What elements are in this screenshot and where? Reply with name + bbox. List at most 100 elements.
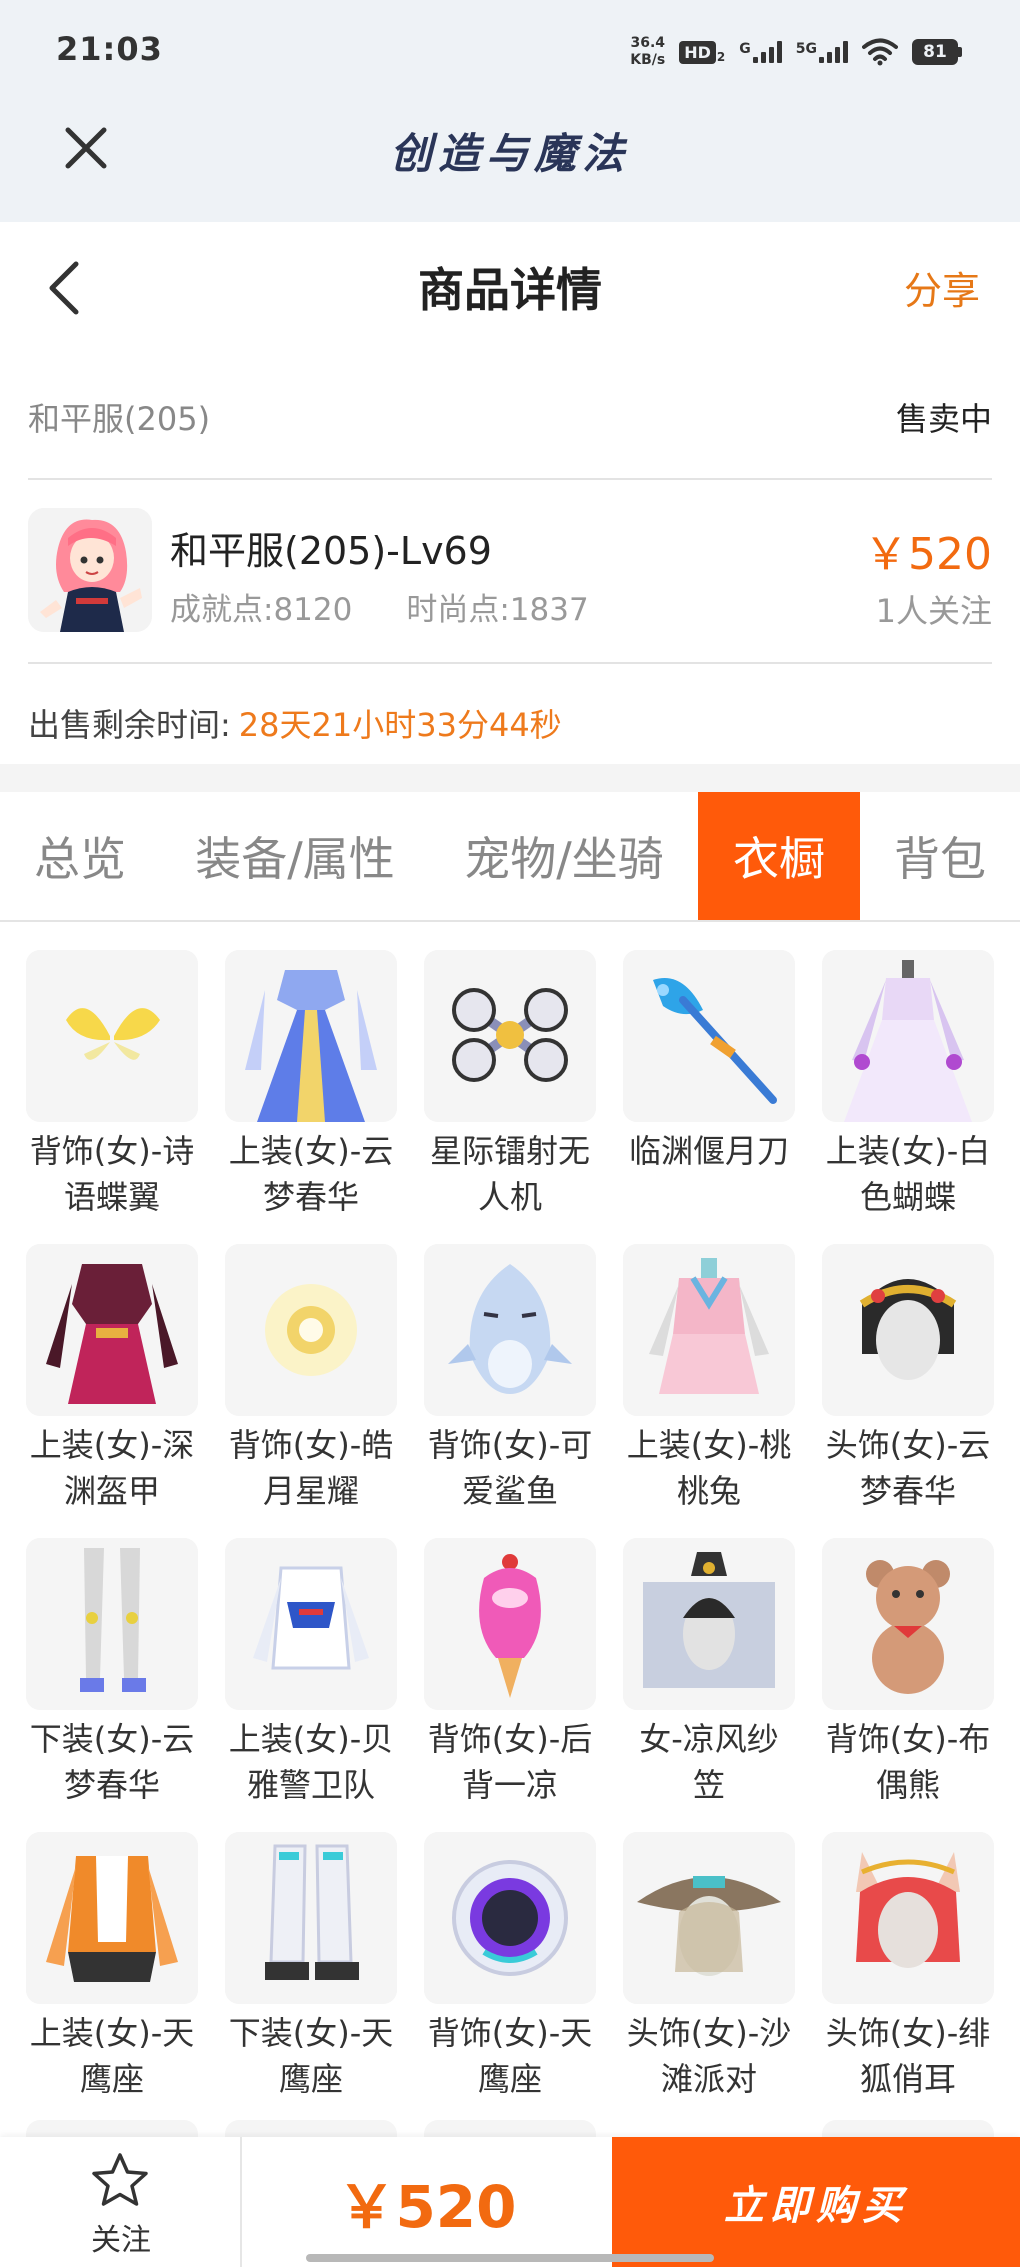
wardrobe-item[interactable]: 女-凉风纱 笠 [623,1538,795,1808]
character-avatar [28,508,152,632]
item-name-line2: 雅警卫队 [246,1766,375,1804]
sale-status: 售卖中 [895,400,992,438]
wardrobe-item[interactable]: 背饰(女)-诗 语蝶翼 [26,950,198,1220]
tab-backpack[interactable]: 背包 [860,792,1020,920]
item-name-line2: 鹰座 [477,2060,542,2098]
tab-bar: 总览 装备/属性 宠物/坐骑 衣橱 背包 [0,792,1020,922]
item-name-line1: 头饰(女)-云 [825,1426,991,1464]
wardrobe-item[interactable]: 背饰(女)-布 偶熊 [822,1538,994,1808]
wardrobe-item[interactable]: 上装(女)-贝 雅警卫队 [225,1538,397,1808]
signal-g-icon: G [739,41,782,63]
wardrobe-item[interactable]: 背饰(女)-后 背一凉 [424,1538,596,1808]
item-name-line1: 背饰(女)-皓 [228,1426,394,1464]
wardrobe-item[interactable]: 上装(女)-白 色蝴蝶 [822,950,994,1220]
tab-overview[interactable]: 总览 [0,792,160,920]
wardrobe-item[interactable]: 背饰(女)-可 爱鲨鱼 [424,1244,596,1514]
item-name-line2: 滩派对 [660,2060,757,2098]
item-name-line1: 下装(女)-天 [228,2014,394,2052]
white-gown-icon [822,950,994,1122]
wardrobe-item[interactable]: 上装(女)-云 梦春华 [225,950,397,1220]
wardrobe-item[interactable]: 下装(女)-云 梦春华 [26,1538,198,1808]
follow-label: 关注 [91,2223,151,2258]
item-name-line2: 梦春华 [63,1766,160,1804]
bottom-price: ￥520 [337,2173,517,2241]
drone-icon [424,950,596,1122]
shark-icon [424,1244,596,1416]
net-speed-value: 36.4 [630,35,666,51]
remaining-label: 出售剩余时间: [28,706,231,744]
sun-hat-icon [623,1832,795,2004]
server-name: 和平服(205) [28,400,211,438]
item-name-line1: 上装(女)-白 [825,1132,991,1170]
item-name-line2: 色蝴蝶 [859,1178,956,1216]
remaining-value: 28天21小时33分44秒 [238,706,562,744]
top-area: 21:03 36.4 KB/s HD 2 G 5G 81 创造与魔法 [0,0,1020,222]
item-name-line1: 上装(女)-深 [29,1426,195,1464]
achievement-points: 成就点:8120 [170,592,353,628]
battery-icon: 81 [912,39,962,65]
item-name-line2: 笠 [692,1766,725,1804]
follow-button[interactable]: 关注 [0,2137,242,2267]
boots-icon [225,1832,397,2004]
signal-5g-icon: 5G [796,41,848,63]
item-name-line1: 背饰(女)-诗 [29,1132,195,1170]
wardrobe-item[interactable]: 上装(女)-桃 桃兔 [623,1244,795,1514]
item-name-line1: 临渊偃月刀 [628,1132,789,1170]
hd-sub: 2 [716,49,726,64]
blue-dress-icon [225,950,397,1122]
item-name-line1: 背饰(女)-布 [825,1720,991,1758]
wardrobe-item[interactable]: 头饰(女)-绯 狐俏耳 [822,1832,994,2102]
app-bar: 创造与魔法 [0,100,1020,222]
wardrobe-item[interactable]: 背饰(女)-天 鹰座 [424,1832,596,2102]
character-row[interactable]: 和平服(205)-Lv69 成就点:8120 时尚点:1837 ￥520 1人关… [28,480,992,664]
wardrobe-item[interactable]: 头饰(女)-沙 滩派对 [623,1832,795,2102]
character-price: ￥520 [864,529,992,580]
section-divider [0,764,1020,792]
wardrobe-item[interactable]: 星际镭射无 人机 [424,950,596,1220]
tab-equipment[interactable]: 装备/属性 [160,792,430,920]
tab-pets[interactable]: 宠物/坐骑 [430,792,698,920]
ice-cream-icon [424,1538,596,1710]
tab-wardrobe[interactable]: 衣橱 [698,792,860,920]
item-name-line2: 梦春华 [262,1178,359,1216]
item-name-line2: 鹰座 [79,2060,144,2098]
item-name-line1: 星际镭射无 [429,1132,590,1170]
item-name-line1: 背饰(女)-后 [427,1720,593,1758]
hd-icon: HD 2 [679,40,726,64]
fashion-points: 时尚点:1837 [406,592,589,628]
guard-jacket-icon [225,1538,397,1710]
status-icons: 36.4 KB/s HD 2 G 5G 81 [630,32,962,72]
stockings-icon [26,1538,198,1710]
wardrobe-item[interactable]: 上装(女)-深 渊盔甲 [26,1244,198,1514]
item-name-line1: 上装(女)-云 [228,1132,394,1170]
item-name-line1: 下装(女)-云 [29,1720,195,1758]
item-name-line1: 女-凉风纱 [639,1720,779,1758]
orange-jacket-icon [26,1832,198,2004]
item-name-line2: 渊盔甲 [63,1472,160,1510]
character-stats: 成就点:8120 时尚点:1837 [170,584,589,629]
signal-5g-label: 5G [795,41,817,57]
home-indicator[interactable] [306,2254,714,2262]
wardrobe-item[interactable]: 上装(女)-天 鹰座 [26,1832,198,2102]
item-name-line1: 头饰(女)-绯 [825,2014,991,2052]
app-title: 创造与魔法 [389,129,630,178]
headdress-icon [822,1244,994,1416]
battery-level: 81 [912,39,958,65]
wardrobe-item[interactable]: 临渊偃月刀 [623,950,795,1174]
buy-now-button[interactable]: 立即购买 [612,2137,1020,2267]
share-button[interactable]: 分享 [904,260,980,315]
bottom-bar: 关注 ￥520 立即购买 [0,2137,1020,2267]
page-title: 商品详情 [418,263,602,317]
wardrobe-item[interactable]: 背饰(女)-皓 月星耀 [225,1244,397,1514]
glaive-icon [623,950,795,1122]
item-name-line2: 人机 [477,1178,542,1216]
wardrobe-item[interactable]: 头饰(女)-云 梦春华 [822,1244,994,1514]
hd-label: HD [679,40,716,64]
abyss-armor-icon [26,1244,198,1416]
remaining-time: 出售剩余时间: 28天21小时33分44秒 [28,700,562,746]
server-row: 和平服(205) 售卖中 [28,380,992,480]
moon-glow-icon [225,1244,397,1416]
wardrobe-item[interactable]: 下装(女)-天 鹰座 [225,1832,397,2102]
item-name-line2: 狐俏耳 [859,2060,956,2098]
character-name: 和平服(205)-Lv69 [170,529,492,573]
